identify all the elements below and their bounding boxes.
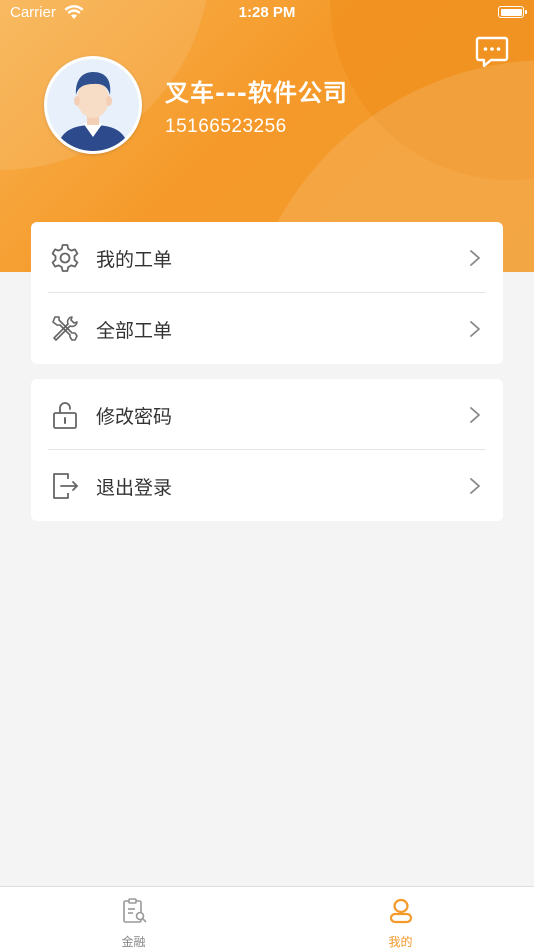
menu-item-label: 我的工单 (96, 249, 173, 271)
tab-bar: 金融 我的 (0, 886, 534, 951)
menu-item-label: 退出登录 (96, 477, 173, 499)
tab-label: 我的 (388, 935, 413, 949)
message-icon[interactable] (474, 34, 510, 70)
menu-item-label: 全部工单 (96, 320, 173, 342)
status-bar: Carrier 1:28 PM (0, 0, 534, 28)
menu-item-my-orders[interactable]: 我的工单 (31, 222, 503, 293)
tab-finance[interactable]: 金融 (0, 887, 267, 951)
menu-item-change-password[interactable]: 修改密码 (31, 379, 503, 450)
chevron-right-icon (470, 321, 480, 337)
person-icon (389, 898, 413, 924)
menu-card-account: 修改密码 退出登录 (31, 379, 503, 521)
avatar[interactable] (44, 56, 142, 154)
menu-card-work-orders: 我的工单 全部工单 (31, 222, 503, 364)
menu-item-all-orders[interactable]: 全部工单 (31, 293, 503, 364)
clipboard-icon (123, 898, 147, 923)
menu-item-logout[interactable]: 退出登录 (31, 450, 503, 521)
user-name: 叉车---软件公司 (165, 79, 348, 107)
menu-item-label: 修改密码 (96, 406, 173, 428)
tab-label: 金融 (121, 935, 146, 949)
clock: 1:28 PM (238, 4, 296, 21)
tab-mine[interactable]: 我的 (267, 887, 534, 951)
user-phone: 15166523256 (165, 116, 287, 137)
chevron-right-icon (470, 407, 480, 423)
tools-icon (52, 316, 78, 341)
gear-icon (51, 244, 79, 272)
battery-icon (498, 6, 527, 18)
chevron-right-icon (470, 250, 480, 266)
unlock-icon (53, 402, 77, 429)
avatar-person-icon (47, 59, 139, 151)
chevron-right-icon (470, 478, 480, 494)
logout-icon (53, 473, 78, 499)
